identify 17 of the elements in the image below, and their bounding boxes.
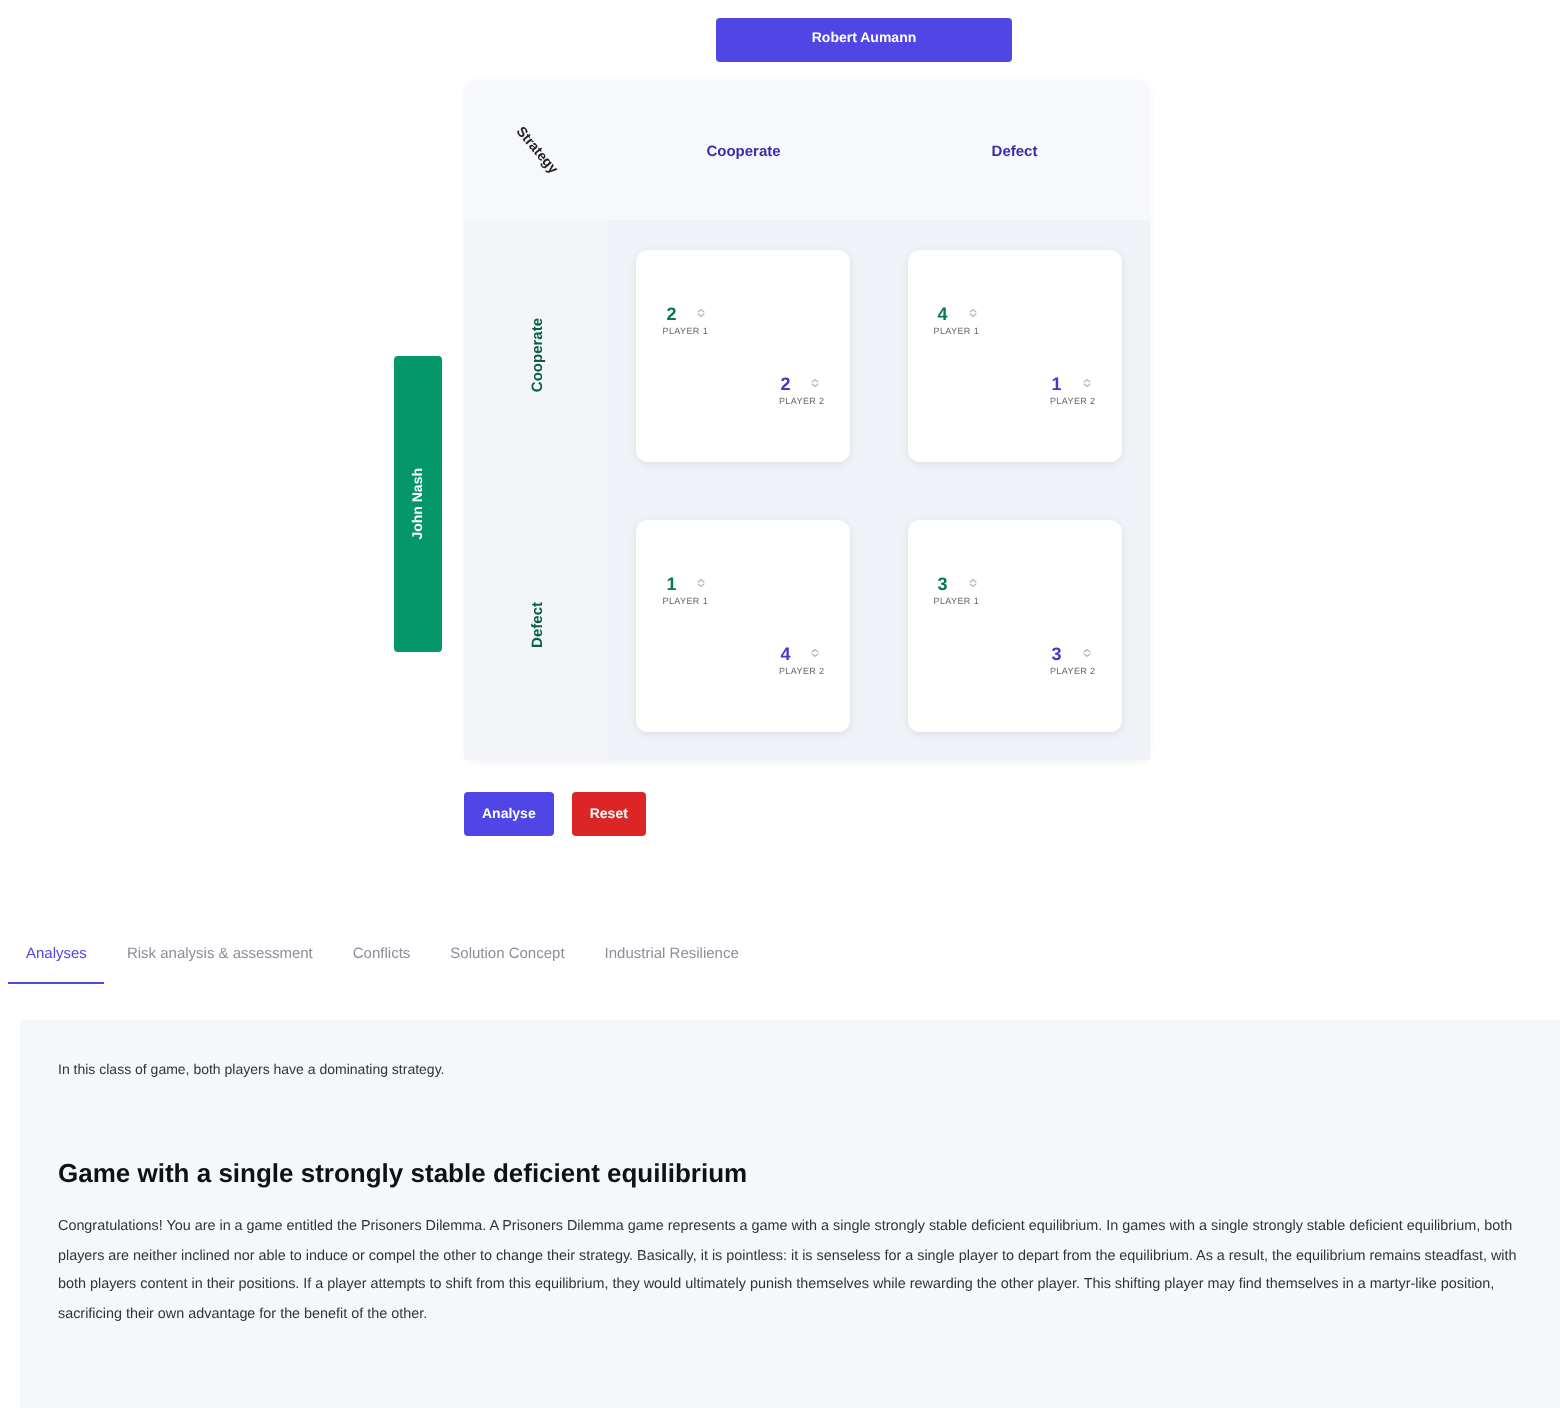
stepper-icon	[810, 378, 821, 388]
stepper-icon	[696, 308, 707, 318]
payoff-field[interactable]: 4	[933, 301, 982, 325]
stepper-icon	[1081, 378, 1092, 388]
analysis-heading: Game with a single strongly stable deficient equilibrium	[58, 1158, 750, 1188]
stepper-icon	[967, 308, 978, 318]
payoff-field[interactable]: 1	[1047, 371, 1096, 395]
stepper-icon	[967, 578, 978, 588]
payoff-field[interactable]: 2	[776, 371, 825, 395]
stepper-icon	[696, 578, 707, 588]
payoff-field[interactable]: 2	[662, 301, 711, 325]
payoff-field[interactable]: 3	[1047, 641, 1096, 665]
payoff-field[interactable]: 4	[776, 641, 825, 665]
payoff-field[interactable]: 1	[662, 571, 711, 595]
payoff-field[interactable]: 3	[933, 571, 982, 595]
stepper-icon	[810, 648, 821, 658]
stepper-icon	[1081, 648, 1092, 658]
